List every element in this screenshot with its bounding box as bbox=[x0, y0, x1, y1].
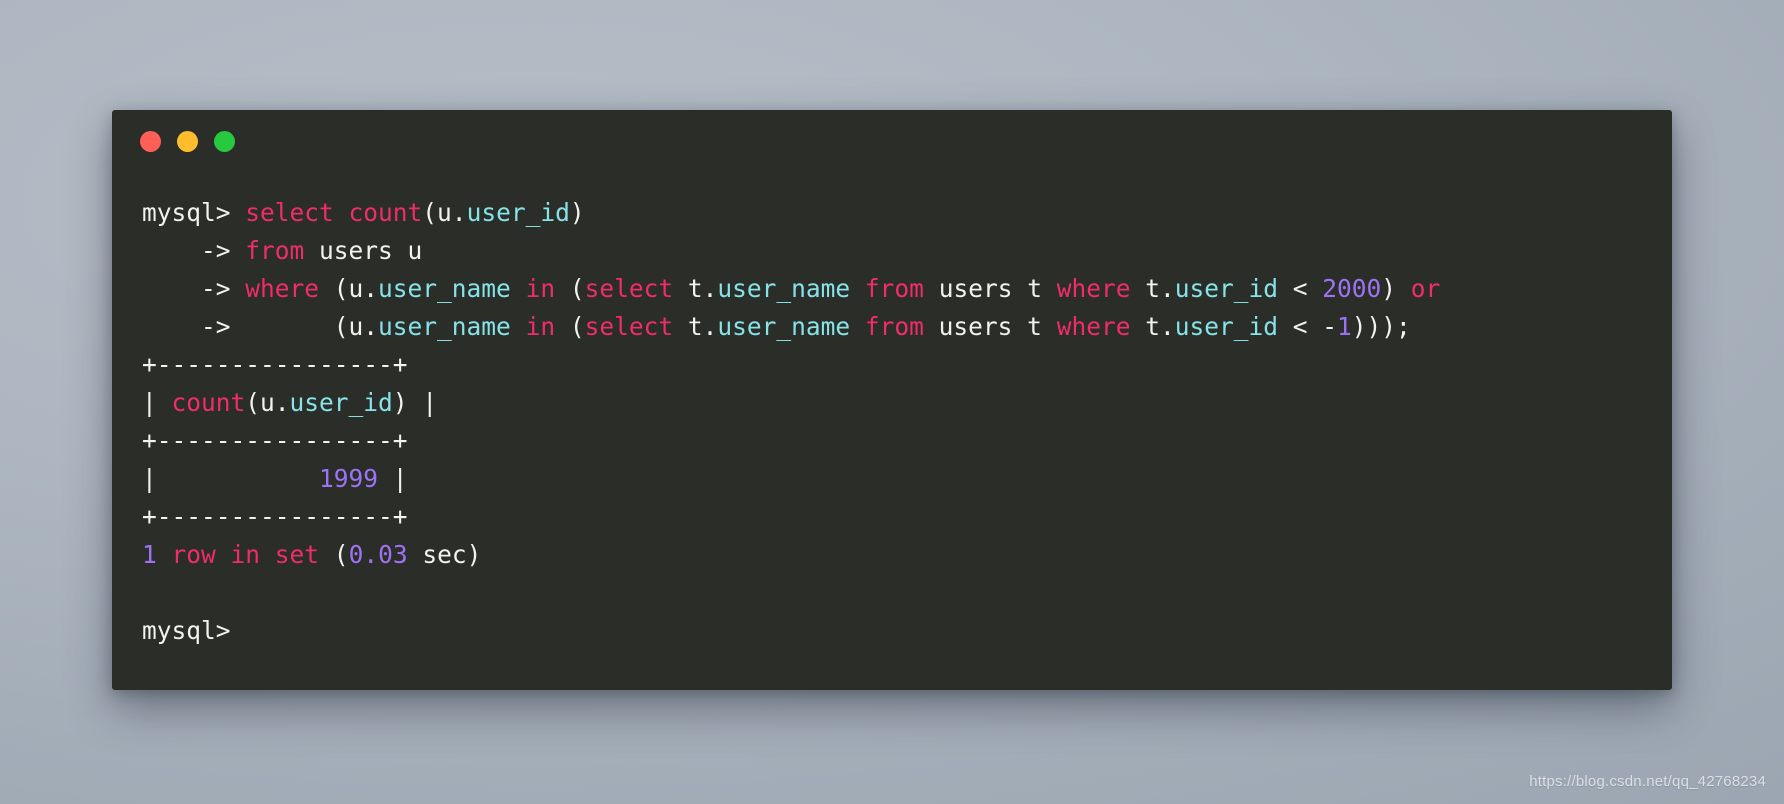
text-segment: user_id bbox=[1174, 312, 1278, 341]
query-line-1: mysql> select count(u.user_id) bbox=[142, 194, 1642, 232]
text-segment: mysql> bbox=[142, 198, 246, 227]
text-segment: +----------------+ bbox=[142, 350, 408, 379]
text-segment: 1 bbox=[1337, 312, 1352, 341]
text-segment: users t bbox=[923, 312, 1057, 341]
text-segment: | bbox=[142, 388, 172, 417]
text-segment: mysql> bbox=[142, 616, 231, 645]
text-segment: | bbox=[378, 464, 408, 493]
maximize-window-icon[interactable] bbox=[214, 130, 235, 152]
result-border-mid: +----------------+ bbox=[142, 422, 1642, 460]
text-segment: sec) bbox=[407, 540, 482, 569]
text-segment: select bbox=[584, 312, 674, 341]
minimize-window-icon[interactable] bbox=[177, 130, 198, 152]
text-segment: (u. bbox=[422, 198, 467, 227]
text-segment: ) bbox=[569, 198, 585, 227]
terminal-window[interactable]: mysql> select count(u.user_id) -> from u… bbox=[112, 110, 1672, 690]
text-segment: +----------------+ bbox=[142, 426, 408, 455]
text-segment: ( bbox=[555, 312, 585, 341]
text-segment: t. bbox=[673, 312, 718, 341]
text-segment: users u bbox=[319, 236, 423, 265]
text-segment: user_name bbox=[717, 312, 851, 341]
text-segment: where bbox=[1056, 312, 1131, 341]
text-segment: where bbox=[245, 274, 334, 303]
text-segment bbox=[850, 274, 865, 303]
text-segment: count bbox=[348, 198, 423, 227]
text-segment: from bbox=[864, 274, 924, 303]
text-segment: (u. bbox=[333, 274, 379, 303]
text-segment: t. bbox=[1130, 274, 1175, 303]
text-segment: in bbox=[525, 274, 556, 303]
close-window-icon[interactable] bbox=[140, 130, 161, 152]
terminal-output-area[interactable]: mysql> select count(u.user_id) -> from u… bbox=[112, 172, 1672, 650]
text-segment: from bbox=[245, 236, 320, 265]
text-segment: t. bbox=[1130, 312, 1175, 341]
text-segment: count bbox=[171, 388, 246, 417]
text-segment: ( bbox=[555, 274, 585, 303]
text-segment: in bbox=[525, 312, 556, 341]
text-segment bbox=[142, 578, 157, 607]
text-segment: user_id bbox=[289, 388, 393, 417]
text-segment: select bbox=[245, 198, 349, 227]
text-segment: ) bbox=[1381, 274, 1411, 303]
text-segment: (u. bbox=[245, 388, 290, 417]
text-segment: user_name bbox=[717, 274, 851, 303]
terminal-titlebar[interactable] bbox=[112, 110, 1672, 172]
text-segment bbox=[157, 540, 172, 569]
text-segment: | bbox=[142, 464, 320, 493]
text-segment: 1999 bbox=[319, 464, 379, 493]
text-segment: +----------------+ bbox=[142, 502, 408, 531]
watermark-url: https://blog.csdn.net/qq_42768234 bbox=[1529, 773, 1766, 790]
text-segment: < bbox=[1278, 274, 1323, 303]
text-segment: where bbox=[1056, 274, 1131, 303]
result-value-row: | 1999 | bbox=[142, 460, 1642, 498]
text-segment: 2000 bbox=[1322, 274, 1382, 303]
text-segment: ))); bbox=[1351, 312, 1411, 341]
text-segment bbox=[850, 312, 865, 341]
text-segment: users t bbox=[923, 274, 1057, 303]
text-segment: < - bbox=[1277, 312, 1337, 341]
prompt-line-final: mysql> bbox=[142, 612, 1642, 650]
text-segment: select bbox=[584, 274, 674, 303]
query-line-2: -> from users u bbox=[142, 232, 1642, 270]
text-segment: (u. bbox=[304, 312, 379, 341]
text-segment: user_id bbox=[466, 198, 570, 227]
text-segment: user_name bbox=[378, 274, 511, 303]
query-line-3: -> where (u.user_name in (select t.user_… bbox=[142, 270, 1642, 308]
result-border-bottom: +----------------+ bbox=[142, 498, 1642, 536]
query-line-4: -> (u.user_name in (select t.user_name f… bbox=[142, 308, 1642, 346]
text-segment: ) | bbox=[392, 388, 438, 417]
blank-line bbox=[142, 574, 1642, 612]
text-segment: row in set bbox=[171, 540, 320, 569]
text-segment: user_name bbox=[378, 312, 511, 341]
result-border-top: +----------------+ bbox=[142, 346, 1642, 384]
text-segment bbox=[511, 312, 526, 341]
text-segment bbox=[511, 274, 526, 303]
text-segment: -> bbox=[142, 236, 246, 265]
text-segment: 1 bbox=[142, 540, 157, 569]
text-segment: -> bbox=[142, 312, 305, 341]
text-segment: user_id bbox=[1174, 274, 1278, 303]
text-segment: 0.03 bbox=[348, 540, 408, 569]
text-segment: from bbox=[864, 312, 924, 341]
text-segment: or bbox=[1410, 274, 1441, 303]
text-segment: -> bbox=[142, 274, 246, 303]
status-line: 1 row in set (0.03 sec) bbox=[142, 536, 1642, 574]
text-segment: ( bbox=[319, 540, 349, 569]
result-header-row: | count(u.user_id) | bbox=[142, 384, 1642, 422]
text-segment: t. bbox=[673, 274, 718, 303]
